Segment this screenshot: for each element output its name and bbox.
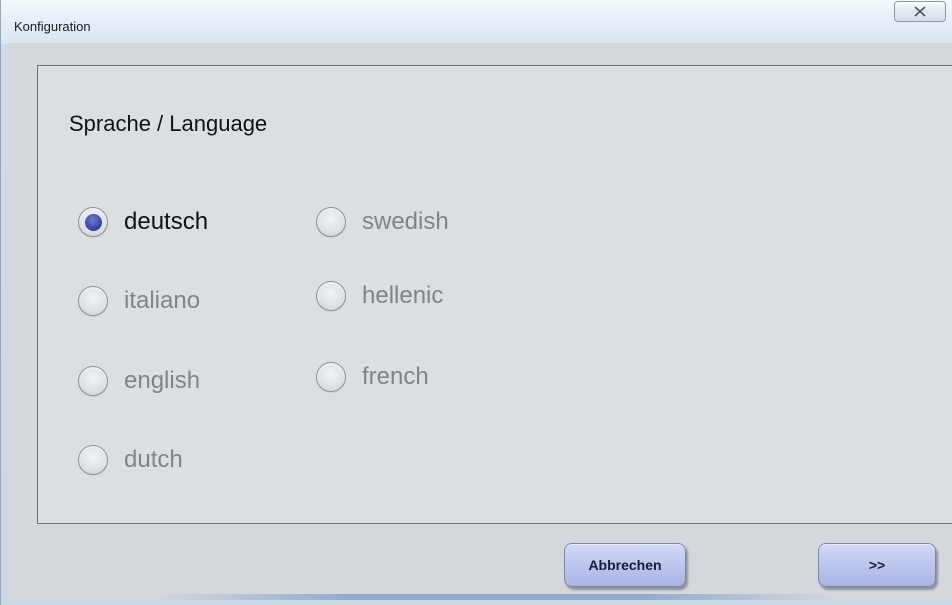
radio-button-icon (316, 362, 346, 392)
window-title: Konfiguration (14, 19, 91, 34)
close-x-icon (914, 6, 926, 17)
radio-label-english: english (124, 367, 201, 394)
window-bottom-edge (151, 594, 841, 600)
radio-button-icon (316, 207, 346, 237)
radio-label-swedish: swedish (362, 208, 449, 235)
close-button[interactable] (894, 1, 946, 22)
radio-button-icon (78, 366, 108, 396)
radio-label-hellenic: hellenic (362, 282, 444, 309)
dialog-client-area: Sprache / Language deutsch italiano engl… (8, 43, 952, 600)
radio-label-dutch: dutch (124, 446, 183, 473)
radio-label-italiano: italiano (124, 287, 201, 314)
configuration-window: Konfiguration Sprache / Language deutsch… (0, 0, 952, 605)
title-bar[interactable]: Konfiguration (1, 0, 952, 44)
radio-button-icon (316, 281, 346, 311)
cancel-button[interactable]: Abbrechen (564, 543, 686, 587)
radio-button-icon (78, 445, 108, 475)
radio-label-french: french (362, 363, 429, 390)
language-heading: Sprache / Language (69, 111, 268, 136)
next-button[interactable]: >> (818, 543, 936, 587)
radio-button-icon (78, 286, 108, 316)
language-panel: Sprache / Language deutsch italiano engl… (37, 65, 952, 524)
radio-label-deutsch: deutsch (124, 208, 209, 235)
radio-button-selected-icon (78, 207, 108, 237)
